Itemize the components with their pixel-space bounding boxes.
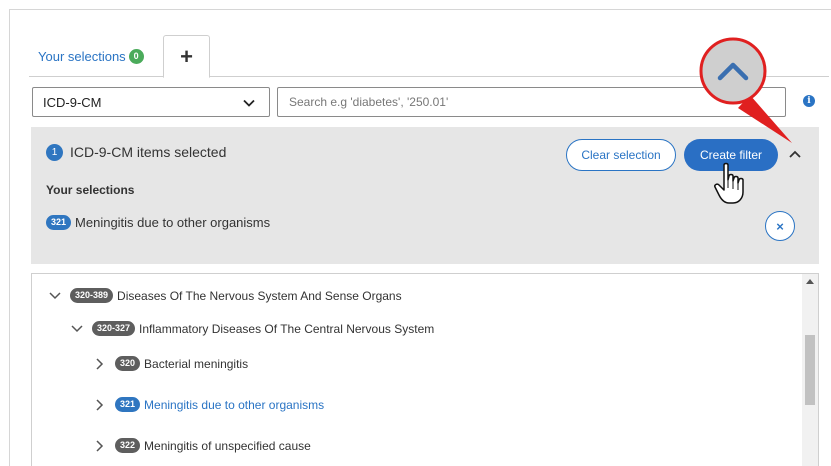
code-system-select[interactable]: ICD-9-CM xyxy=(32,87,270,117)
selected-item-label: Meningitis due to other organisms xyxy=(75,215,271,230)
hand-pointer-icon xyxy=(714,162,744,204)
chevron-down-icon[interactable] xyxy=(48,289,62,303)
selected-item-code: 321 xyxy=(46,215,72,230)
selection-summary: 1 ICD-9-CM items selected Clear selectio… xyxy=(31,127,819,264)
tree-row-code: 322 xyxy=(115,438,141,453)
selected-items-title: ICD-9-CM items selected xyxy=(70,144,227,160)
clear-selection-button[interactable]: Clear selection xyxy=(566,139,676,171)
tree-row-code: 320 xyxy=(115,356,141,371)
tree-row-label: Inflammatory Diseases Of The Central Ner… xyxy=(139,321,435,336)
your-selections-heading: Your selections xyxy=(46,183,135,197)
chevron-up-icon[interactable] xyxy=(788,147,802,161)
chevron-right-icon[interactable] xyxy=(93,439,107,453)
info-icon[interactable]: i xyxy=(803,95,815,107)
selected-item: 321 Meningitis due to other organisms xyxy=(46,215,270,230)
selected-count-badge: 1 xyxy=(46,144,63,161)
tree-row[interactable]: 320 Bacterial meningitis xyxy=(93,356,248,371)
close-icon: × xyxy=(776,218,784,234)
tree-row-label: Diseases Of The Nervous System And Sense… xyxy=(117,288,402,303)
tree-row[interactable]: 320-389 Diseases Of The Nervous System A… xyxy=(48,288,402,303)
tree-row-label: Meningitis due to other organisms xyxy=(144,397,325,412)
tree-row-code: 320-327 xyxy=(92,321,136,336)
chevron-down-icon[interactable] xyxy=(70,322,84,336)
code-tree: 320-389 Diseases Of The Nervous System A… xyxy=(31,273,819,466)
selections-count-badge: 0 xyxy=(128,48,144,64)
tree-row[interactable]: 322 Meningitis of unspecified cause xyxy=(93,438,311,453)
tree-row-selected[interactable]: 321 Meningitis due to other organisms xyxy=(93,397,324,412)
tree-row-label: Meningitis of unspecified cause xyxy=(144,438,311,453)
tab-bar: Your selections 0 + xyxy=(29,35,829,78)
chevron-right-icon[interactable] xyxy=(93,357,107,371)
search-input[interactable] xyxy=(277,87,786,117)
scroll-up-arrow[interactable] xyxy=(806,279,814,284)
code-system-value: ICD-9-CM xyxy=(43,94,102,110)
scrollbar-thumb[interactable] xyxy=(805,335,815,405)
chevron-right-icon[interactable] xyxy=(93,398,107,412)
tree-row-code: 321 xyxy=(115,397,141,412)
tab-your-selections-label: Your selections xyxy=(38,48,126,64)
add-tab-button[interactable]: + xyxy=(163,35,210,78)
tree-scrollbar[interactable] xyxy=(802,274,818,466)
chevron-down-icon xyxy=(243,99,255,107)
remove-selection-button[interactable]: × xyxy=(765,211,795,241)
tab-your-selections[interactable]: Your selections 0 xyxy=(29,35,155,77)
plus-icon: + xyxy=(180,43,193,69)
tree-row[interactable]: 320-327 Inflammatory Diseases Of The Cen… xyxy=(70,321,434,336)
tree-row-code: 320-389 xyxy=(70,288,114,303)
tree-row-label: Bacterial meningitis xyxy=(144,356,249,371)
